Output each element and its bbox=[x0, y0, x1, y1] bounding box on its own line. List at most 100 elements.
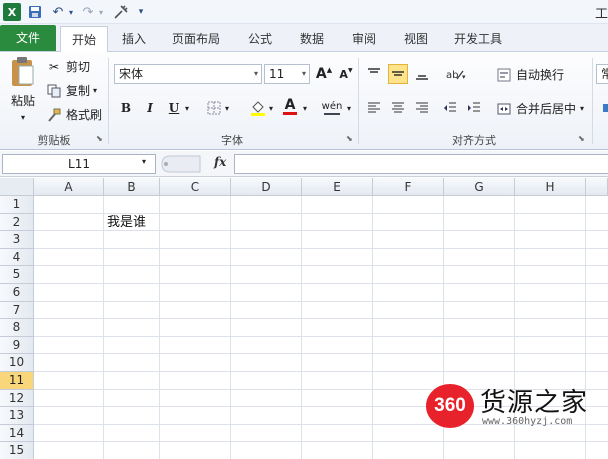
watermark-logo: 360 bbox=[426, 384, 474, 428]
tab-review[interactable]: 审阅 bbox=[342, 26, 386, 52]
border-button[interactable] bbox=[204, 98, 224, 118]
excel-app-icon[interactable]: X bbox=[3, 3, 21, 21]
row-gridline bbox=[34, 353, 608, 355]
row-header[interactable]: 12 bbox=[0, 389, 34, 408]
row-gridline bbox=[34, 335, 608, 337]
currency-button[interactable] bbox=[598, 98, 608, 118]
save-icon[interactable] bbox=[26, 3, 44, 21]
column-header[interactable]: A bbox=[34, 178, 104, 196]
format-painter-button[interactable]: 格式刷 bbox=[46, 106, 102, 123]
row-header[interactable]: 11 bbox=[0, 372, 34, 390]
column-header[interactable]: C bbox=[160, 178, 231, 196]
grow-font-button[interactable]: A ▲ bbox=[314, 64, 334, 84]
row-header[interactable]: 8 bbox=[0, 319, 34, 337]
column-header[interactable]: F bbox=[373, 178, 444, 196]
row-header[interactable]: 3 bbox=[0, 231, 34, 249]
copy-button[interactable]: 复制 ▾ bbox=[46, 82, 97, 99]
row-header[interactable]: 5 bbox=[0, 266, 34, 284]
column-header[interactable]: D bbox=[231, 178, 302, 196]
italic-button[interactable]: I bbox=[140, 98, 160, 118]
column-header[interactable]: G bbox=[444, 178, 515, 196]
increase-indent-button[interactable] bbox=[464, 98, 484, 118]
font-name-value: 宋体 bbox=[119, 67, 144, 81]
row-header[interactable]: 7 bbox=[0, 301, 34, 320]
underline-dropdown-icon[interactable]: ▾ bbox=[182, 98, 192, 118]
row-gridline bbox=[34, 318, 608, 320]
customize-qat-icon[interactable]: ▾ bbox=[136, 3, 146, 21]
row-header[interactable]: 2 bbox=[0, 213, 34, 232]
number-format-combo[interactable]: 常 bbox=[596, 64, 608, 84]
font-size-combo[interactable]: 11 ▾ bbox=[264, 64, 310, 84]
formula-input[interactable] bbox=[234, 154, 608, 174]
row-gridline bbox=[34, 441, 608, 443]
merge-center-button[interactable]: 合并后居中 ▾ bbox=[496, 100, 584, 117]
align-middle-button[interactable] bbox=[388, 64, 408, 84]
row-header[interactable]: 10 bbox=[0, 354, 34, 372]
phonetic-dropdown-icon[interactable]: ▾ bbox=[344, 98, 354, 118]
name-box[interactable]: L11 bbox=[2, 154, 156, 174]
bold-button[interactable]: B bbox=[116, 98, 136, 118]
cut-button[interactable]: ✂ 剪切 bbox=[46, 58, 90, 75]
undo-dropdown-icon[interactable]: ▾ bbox=[66, 3, 76, 21]
fill-color-dropdown-icon[interactable]: ▾ bbox=[266, 98, 276, 118]
clipboard-launcher-icon[interactable]: ⬊ bbox=[96, 134, 103, 143]
cut-label: 剪切 bbox=[66, 60, 91, 74]
select-all-corner[interactable] bbox=[0, 178, 34, 196]
row-header[interactable]: 4 bbox=[0, 248, 34, 267]
insert-function-icon[interactable]: fx bbox=[214, 155, 226, 169]
tab-data[interactable]: 数据 bbox=[290, 26, 334, 52]
decrease-indent-icon bbox=[444, 102, 456, 112]
row-header[interactable]: 1 bbox=[0, 196, 34, 214]
tab-file[interactable]: 文件 bbox=[0, 25, 56, 51]
align-bottom-button[interactable] bbox=[412, 64, 432, 84]
align-center-button[interactable] bbox=[388, 98, 408, 118]
name-box-dropdown-icon[interactable]: ▾ bbox=[142, 157, 146, 166]
row-header[interactable]: 13 bbox=[0, 407, 34, 425]
row-header[interactable]: 14 bbox=[0, 424, 34, 443]
row-gridline bbox=[34, 247, 608, 249]
paste-dropdown-icon[interactable]: ▾ bbox=[21, 113, 25, 122]
column-gridline bbox=[103, 196, 104, 459]
row-header[interactable]: 9 bbox=[0, 336, 34, 355]
align-bottom-icon bbox=[416, 75, 428, 80]
tab-developer[interactable]: 开发工具 bbox=[446, 26, 510, 52]
merge-dropdown-icon[interactable]: ▾ bbox=[580, 104, 584, 113]
redo-icon[interactable]: ↷ bbox=[80, 3, 96, 21]
phonetic-underline bbox=[324, 112, 340, 115]
underline-button[interactable]: U bbox=[164, 98, 184, 118]
tab-view[interactable]: 视图 bbox=[394, 26, 438, 52]
row-header[interactable]: 15 bbox=[0, 442, 34, 459]
column-header[interactable]: E bbox=[302, 178, 373, 196]
cell-value[interactable]: 我是谁 bbox=[107, 214, 146, 232]
tab-insert[interactable]: 插入 bbox=[112, 26, 156, 52]
paste-button[interactable]: 粘贴 ▾ bbox=[6, 56, 40, 122]
row-header[interactable]: 6 bbox=[0, 284, 34, 302]
tools-icon[interactable] bbox=[112, 3, 130, 21]
undo-icon[interactable]: ↶ bbox=[50, 3, 66, 21]
align-left-button[interactable] bbox=[364, 98, 384, 118]
copy-dropdown-icon[interactable]: ▾ bbox=[93, 86, 97, 95]
watermark-url: www.360hyzj.com bbox=[482, 416, 573, 427]
font-launcher-icon[interactable]: ⬊ bbox=[346, 134, 353, 143]
align-right-button[interactable] bbox=[412, 98, 432, 118]
font-name-combo[interactable]: 宋体 ▾ bbox=[114, 64, 262, 84]
font-color-button[interactable]: A bbox=[280, 96, 300, 116]
formula-bar: L11 ▾ fx bbox=[0, 151, 608, 177]
orientation-button[interactable]: ab ▾ bbox=[442, 64, 470, 84]
column-header[interactable]: H bbox=[515, 178, 586, 196]
align-top-button[interactable] bbox=[364, 64, 384, 84]
shrink-font-button[interactable]: A ▼ bbox=[336, 64, 356, 84]
tab-page-layout[interactable]: 页面布局 bbox=[164, 26, 228, 52]
font-color-dropdown-icon[interactable]: ▾ bbox=[300, 98, 310, 118]
tab-home[interactable]: 开始 bbox=[60, 26, 108, 53]
fill-color-button[interactable] bbox=[248, 98, 268, 118]
border-dropdown-icon[interactable]: ▾ bbox=[222, 98, 232, 118]
alignment-launcher-icon[interactable]: ⬊ bbox=[578, 134, 585, 143]
wrap-text-button[interactable]: 自动换行 bbox=[496, 66, 564, 83]
column-gridline bbox=[159, 196, 160, 459]
decrease-indent-button[interactable] bbox=[440, 98, 460, 118]
tab-formulas[interactable]: 公式 bbox=[238, 26, 282, 52]
redo-dropdown-icon[interactable]: ▾ bbox=[96, 3, 106, 21]
phonetic-button[interactable]: wén bbox=[320, 98, 344, 118]
column-header[interactable]: B bbox=[104, 178, 160, 196]
